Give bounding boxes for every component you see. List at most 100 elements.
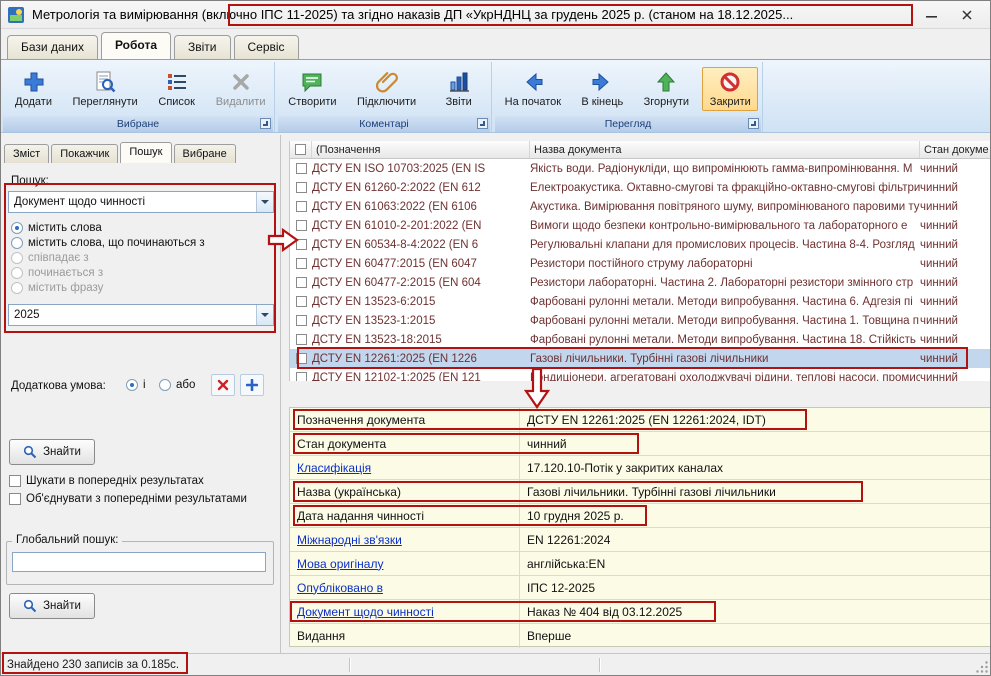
- row-checkbox[interactable]: [296, 220, 307, 231]
- detail-value: Вперше: [520, 624, 991, 648]
- classification-link[interactable]: Класифікація: [297, 461, 371, 475]
- tab-search[interactable]: Пошук: [120, 142, 171, 163]
- radio-starts-with-words[interactable]: містить слова, що починаються з: [11, 237, 205, 249]
- radio-begins-with[interactable]: починається з: [11, 267, 103, 279]
- row-checkbox[interactable]: [296, 315, 307, 326]
- row-checkbox[interactable]: [296, 296, 307, 307]
- table-row[interactable]: ДСТУ EN 61010-2-201:2022 (ENВимоги щодо …: [290, 216, 991, 235]
- left-tab-bar: Зміст Покажчик Пошук Вибране: [4, 141, 238, 163]
- header-designation[interactable]: (Позначення: [312, 141, 530, 158]
- radio-and[interactable]: і: [126, 379, 146, 391]
- delete-icon: [229, 70, 253, 94]
- radio-contains-phrase[interactable]: містить фразу: [11, 282, 103, 294]
- close-button[interactable]: [952, 4, 982, 26]
- table-row[interactable]: ДСТУ EN 60477-2:2015 (EN 604Резистори ла…: [290, 273, 991, 292]
- table-row[interactable]: ДСТУ EN 13523-1:2015Фарбовані рулонні ме…: [290, 311, 991, 330]
- row-checkbox[interactable]: [296, 277, 307, 288]
- favorites-dialog-launcher[interactable]: [260, 118, 271, 129]
- search-query-combobox[interactable]: 2025: [8, 304, 274, 326]
- query-dropdown-icon[interactable]: [256, 305, 273, 325]
- table-row[interactable]: ДСТУ EN 13523-18:2015Фарбовані рулонні м…: [290, 330, 991, 349]
- header-select-all[interactable]: [290, 141, 312, 158]
- global-search-input[interactable]: [12, 552, 266, 572]
- checkbox-search-in-previous[interactable]: Шукати в попередніх результатах: [9, 475, 204, 487]
- row-checkbox[interactable]: [296, 334, 307, 345]
- view-button[interactable]: Переглянути: [67, 67, 144, 111]
- row-checkbox[interactable]: [296, 239, 307, 250]
- tab-service[interactable]: Сервіс: [234, 35, 299, 59]
- table-row[interactable]: ДСТУ EN 61260-2:2022 (EN 612Електроакуст…: [290, 178, 991, 197]
- search-label: Пошук:: [11, 175, 49, 187]
- minimize-button[interactable]: [916, 4, 946, 26]
- detail-row: Мова оригіналуанглійська:EN: [290, 552, 991, 576]
- radio-or[interactable]: або: [159, 379, 195, 391]
- tab-index[interactable]: Покажчик: [51, 144, 118, 163]
- row-checkbox[interactable]: [296, 258, 307, 269]
- close-db-button[interactable]: Закрити: [702, 67, 758, 111]
- document-list: (Позначення Назва документа Стан докуме …: [289, 141, 991, 381]
- arrow-last-icon: [590, 70, 614, 94]
- no-entry-icon: [718, 70, 742, 94]
- attach-comment-button[interactable]: Підключити: [351, 67, 422, 111]
- create-comment-button[interactable]: Створити: [282, 67, 342, 111]
- find-button[interactable]: Знайти: [9, 439, 95, 465]
- detail-value: Газові лічильники. Турбінні газові лічил…: [520, 480, 991, 503]
- add-condition-button[interactable]: [240, 374, 264, 396]
- collapse-button[interactable]: Згорнути: [638, 67, 695, 111]
- table-row[interactable]: ДСТУ EN 61063:2022 (EN 6106Акустика. Вим…: [290, 197, 991, 216]
- header-status[interactable]: Стан докуме: [920, 141, 991, 158]
- resize-grip[interactable]: [976, 661, 989, 674]
- row-checkbox[interactable]: [296, 182, 307, 193]
- comments-dialog-launcher[interactable]: [477, 118, 488, 129]
- table-row[interactable]: ДСТУ EN 60534-8-4:2022 (EN 6Регулювальні…: [290, 235, 991, 254]
- go-last-button[interactable]: В кінець: [574, 67, 630, 111]
- arrow-first-icon: [521, 70, 545, 94]
- tab-reports[interactable]: Звіти: [174, 35, 231, 59]
- row-checkbox[interactable]: [296, 372, 307, 381]
- status-bar: Знайдено 230 записів за 0.185с.: [1, 653, 990, 675]
- published-in-link[interactable]: Опубліковано в: [297, 581, 383, 595]
- detail-value: ІПС 12-2025: [520, 576, 991, 599]
- tab-work[interactable]: Робота: [101, 32, 171, 59]
- detail-label: Дата надання чинності: [290, 504, 520, 527]
- status-separator: [599, 658, 600, 672]
- go-first-button[interactable]: На початок: [499, 67, 567, 111]
- table-row[interactable]: ДСТУ EN ISO 10703:2025 (EN ISЯкість води…: [290, 159, 991, 178]
- tab-favorites[interactable]: Вибране: [174, 144, 236, 163]
- detail-row: Стан документачинний: [290, 432, 991, 456]
- row-checkbox[interactable]: [296, 353, 307, 364]
- list-button[interactable]: Список: [149, 67, 205, 111]
- add-button[interactable]: Додати: [6, 67, 62, 111]
- original-language-link[interactable]: Мова оригіналу: [297, 557, 383, 571]
- detail-row: Позначення документаДСТУ EN 12261:2025 (…: [290, 408, 991, 432]
- row-checkbox[interactable]: [296, 163, 307, 174]
- group-comments: Створити Підключити Звіти Коментарі: [278, 62, 492, 132]
- checkbox-merge-with-previous[interactable]: Об'єднувати з попередніми результатами: [9, 493, 247, 505]
- validity-document-link[interactable]: Документ щодо чинності: [297, 605, 434, 619]
- close-icon: [962, 10, 972, 20]
- global-search-label: Глобальний пошук:: [12, 534, 122, 546]
- search-field-combobox[interactable]: Документ щодо чинності: [8, 191, 274, 213]
- table-row[interactable]: ДСТУ EN 12102-1:2025 (EN 121Кондиціонери…: [290, 368, 991, 381]
- combobox-dropdown-icon[interactable]: [256, 192, 273, 212]
- comment-reports-button[interactable]: Звіти: [431, 67, 487, 111]
- blue-plus-icon: [246, 379, 258, 391]
- view-dialog-launcher[interactable]: [748, 118, 759, 129]
- international-relations-link[interactable]: Міжнародні зв'язки: [297, 533, 402, 547]
- detail-row: Опубліковано в ІПС 12-2025: [290, 576, 991, 600]
- radio-contains-words[interactable]: містить слова: [11, 222, 102, 234]
- row-checkbox[interactable]: [296, 201, 307, 212]
- arrow-up-icon: [654, 70, 678, 94]
- remove-condition-button[interactable]: [211, 374, 235, 396]
- radio-matches[interactable]: співпадає з: [11, 252, 89, 264]
- delete-button[interactable]: Видалити: [210, 67, 272, 111]
- global-find-button[interactable]: Знайти: [9, 593, 95, 619]
- tab-databases[interactable]: Бази даних: [7, 35, 98, 59]
- window-title: Метрологія та вимірювання (включно ІПС 1…: [32, 7, 793, 22]
- header-name[interactable]: Назва документа: [530, 141, 920, 158]
- table-row-selected[interactable]: ДСТУ EN 12261:2025 (EN 1226Газові лічиль…: [290, 349, 991, 368]
- table-row[interactable]: ДСТУ EN 60477:2015 (EN 6047Резистори пос…: [290, 254, 991, 273]
- tab-contents[interactable]: Зміст: [4, 144, 49, 163]
- table-row[interactable]: ДСТУ EN 13523-6:2015Фарбовані рулонні ме…: [290, 292, 991, 311]
- list-header: (Позначення Назва документа Стан докуме: [290, 141, 991, 159]
